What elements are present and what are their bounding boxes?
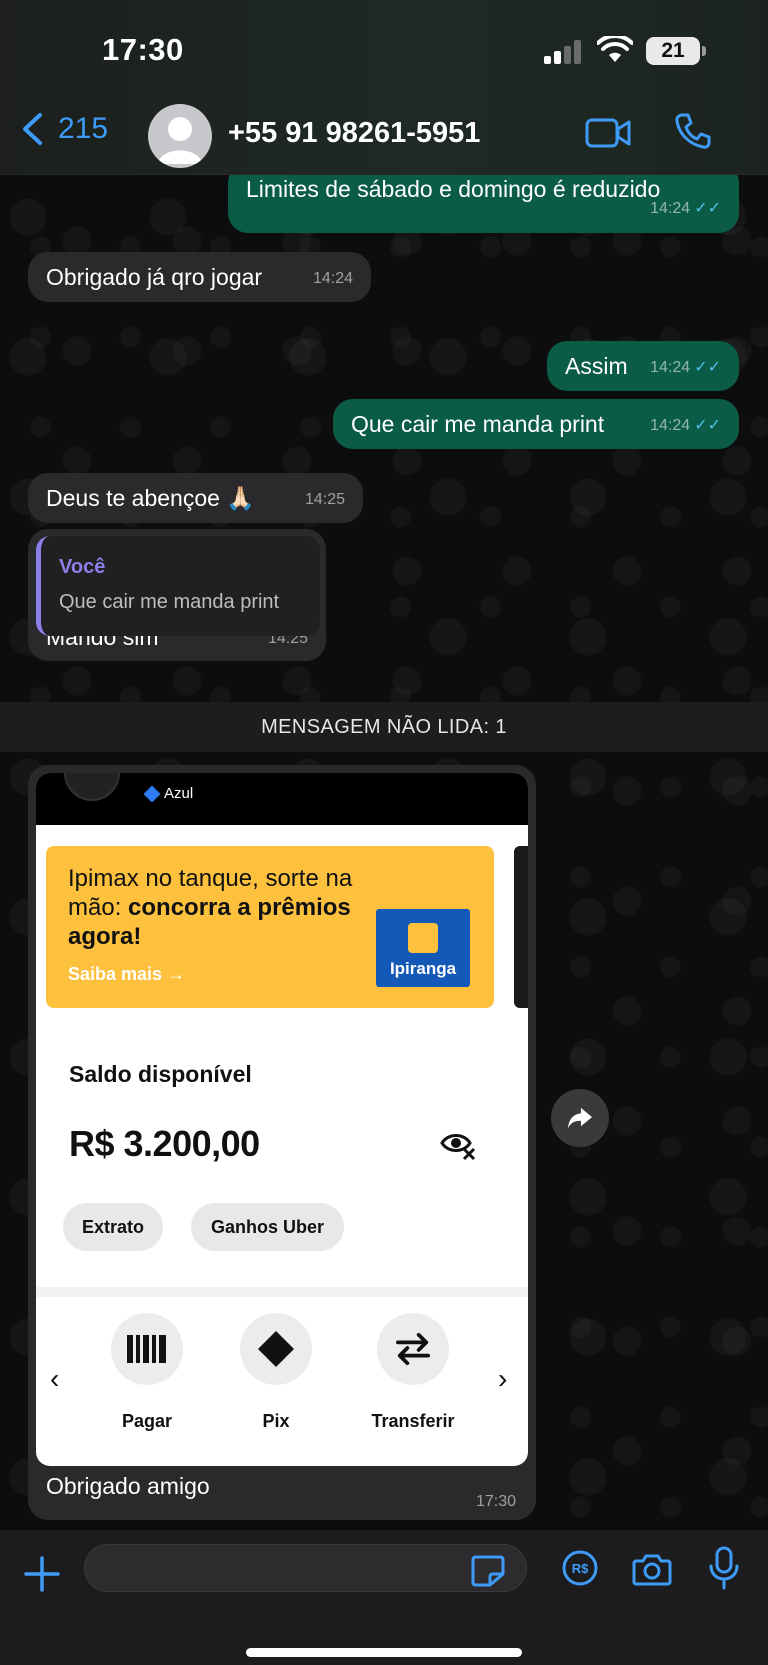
message-time: 14:25 [304, 491, 345, 508]
promo-text: Ipimax no tanque, sorte na mão: concorra… [68, 864, 358, 951]
forward-arrow-icon [568, 1107, 592, 1129]
microphone-icon[interactable] [708, 1546, 740, 1590]
message-text: Obrigado já qro jogar [46, 264, 263, 290]
ipiranga-logo: Ipiranga [376, 909, 470, 987]
message-time: 14:24 [650, 417, 691, 434]
composer-bar: R$ [0, 1530, 768, 1665]
image-message[interactable]: Azul Ipimax no tanque, sorte na mão: con… [28, 765, 536, 1520]
chevron-left-icon [23, 113, 42, 145]
contact-name[interactable]: +55 91 98261-5951 [228, 117, 480, 150]
message-text: Limites de sábado e domingo é reduzido [246, 176, 661, 202]
message-time: 14:24 [650, 359, 691, 376]
ipiranga-mark-icon [408, 923, 438, 953]
wifi-icon [597, 36, 633, 62]
cellular-signal-icon [544, 40, 584, 64]
unread-divider: MENSAGEM NÃO LIDA: 1 [0, 702, 768, 752]
balance-label: Saldo disponível [69, 1061, 252, 1087]
outgoing-message[interactable]: Assim 14:24 ✓✓ [547, 341, 739, 391]
ganhos-uber-chip: Ganhos Uber [191, 1203, 344, 1251]
video-call-icon[interactable] [585, 116, 631, 150]
plus-icon[interactable] [22, 1554, 62, 1594]
svg-text:R$: R$ [572, 1561, 589, 1576]
transfer-arrows-icon [377, 1313, 449, 1385]
read-receipt-icon: ✓✓ [694, 417, 721, 434]
chat-header: 17:30 21 215 +55 91 98261-5951 [0, 0, 768, 175]
back-button[interactable]: 215 [20, 112, 108, 146]
sticker-icon[interactable] [470, 1554, 506, 1588]
pix-icon [240, 1313, 312, 1385]
quote-text: Que cair me manda print [59, 591, 280, 613]
plan-label: Azul [164, 785, 194, 802]
section-separator [36, 1287, 528, 1297]
outgoing-message[interactable]: Que cair me manda print 14:24 ✓✓ [333, 399, 739, 449]
brand-name: Ipiranga [389, 959, 457, 978]
transferir-action: Transferir [358, 1313, 468, 1432]
hide-balance-icon [440, 1134, 476, 1161]
read-receipt-icon: ✓✓ [694, 200, 721, 217]
quoted-message[interactable]: Você Que cair me manda print [36, 536, 320, 636]
read-receipt-icon: ✓✓ [694, 359, 721, 376]
action-label: Pagar [121, 1411, 173, 1431]
shot-avatar [64, 773, 120, 801]
payment-icon[interactable]: R$ [562, 1550, 598, 1586]
pix-action: Pix [221, 1313, 331, 1432]
carousel-left-arrow: ‹ [50, 1363, 60, 1394]
next-banner-edge [514, 846, 528, 1008]
contact-avatar[interactable] [148, 104, 212, 168]
incoming-message[interactable]: Deus te abençoe 🙏🏻 14:25 [28, 473, 363, 523]
message-text: Assim [565, 353, 628, 379]
carousel-right-arrow: › [498, 1363, 508, 1394]
balance-value: R$ 3.200,00 [69, 1123, 260, 1164]
message-text: Que cair me manda print [351, 411, 605, 437]
battery-icon: 21 [646, 37, 706, 65]
image-caption: Obrigado amigo [46, 1473, 210, 1499]
promo-link: Saiba mais → [68, 964, 186, 984]
action-label: Pix [262, 1411, 290, 1431]
barcode-icon [111, 1313, 183, 1385]
home-indicator[interactable] [246, 1648, 522, 1657]
forward-button[interactable] [551, 1089, 609, 1147]
promo-banner: Ipimax no tanque, sorte na mão: concorra… [46, 846, 494, 1008]
diamond-icon [143, 785, 161, 802]
incoming-message[interactable]: Obrigado já qro jogar 14:24 [28, 252, 371, 302]
message-time: 14:24 [312, 270, 353, 287]
message-text: Deus te abençoe 🙏🏻 [46, 485, 255, 511]
action-label: Transferir [371, 1411, 455, 1431]
back-count: 215 [58, 112, 109, 145]
quote-author: Você [59, 556, 106, 578]
phone-call-icon[interactable] [674, 112, 712, 150]
status-time: 17:30 [102, 32, 184, 67]
shot-plan: Azul [143, 785, 194, 802]
outgoing-message[interactable]: Limites de sábado e domingo é reduzido 1… [228, 175, 739, 233]
person-icon [158, 117, 202, 164]
pagar-action: Pagar [92, 1313, 202, 1432]
screenshot-image[interactable]: Azul Ipimax no tanque, sorte na mão: con… [36, 773, 528, 1466]
shot-top-bar: Azul [36, 773, 528, 825]
extrato-chip: Extrato [63, 1203, 163, 1251]
message-time: 17:30 [475, 1493, 516, 1510]
message-input[interactable] [84, 1544, 527, 1592]
camera-icon[interactable] [632, 1552, 672, 1586]
message-time: 14:24 [650, 200, 691, 217]
